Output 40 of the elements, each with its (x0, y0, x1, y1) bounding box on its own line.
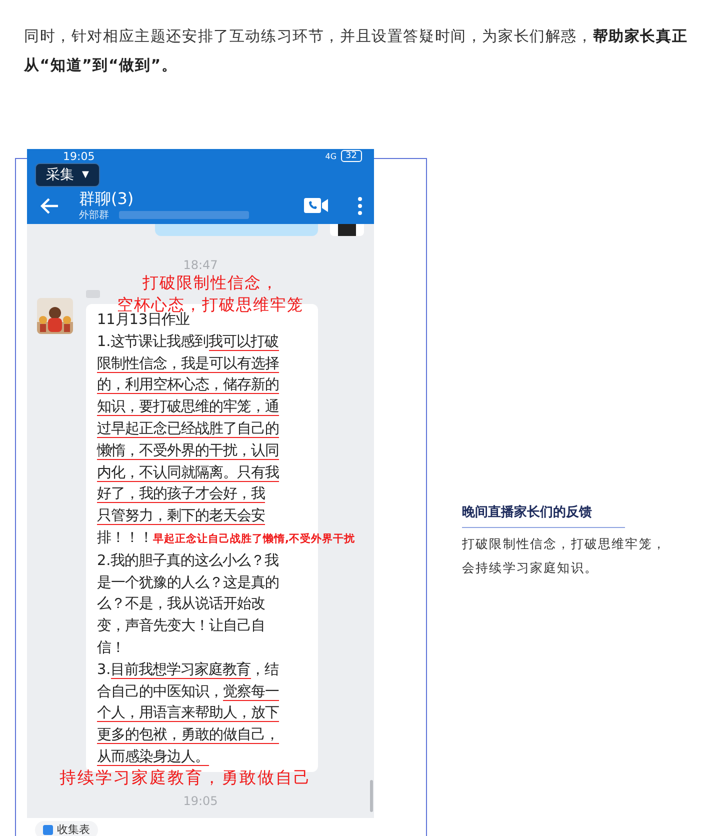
message-line: 限制性信念，我是可以有选择 (97, 354, 279, 375)
battery-level: 32 (340, 150, 362, 162)
message-line: 11月13日作业 (97, 312, 190, 330)
form-chip[interactable]: 收集表 (35, 821, 98, 836)
message-line: 知识，要打破思维的牢笼，通 (97, 398, 279, 418)
scrollbar (370, 780, 373, 812)
form-icon (43, 825, 53, 835)
video-call-icon[interactable] (304, 197, 328, 214)
message-line: 信！ (97, 638, 125, 658)
message-line: 的，利用空杯心态，储存新的 (97, 376, 279, 396)
back-arrow-icon[interactable] (39, 196, 59, 214)
message-line: 合自己的中医知识，觉察每一 (97, 682, 279, 703)
annotation-text: 打破限制性信念， (142, 272, 278, 294)
chat-subtitle: 外部群 (79, 208, 109, 222)
message-line: 变，声音先变大！让自己自 (97, 616, 265, 636)
intro-paragraph: 同时，针对相应主题还安排了互动练习环节，并且设置答疑时间，为家长们解惑，帮助家长真正从“知道”到“做到”。 (24, 26, 689, 76)
chat-title: 群聊(3) (79, 190, 135, 208)
message-line: 内化，不认同就隔离。只有我 (97, 464, 279, 484)
capture-button[interactable]: 采集 ▼ (35, 163, 100, 187)
status-time: 19:05 (63, 150, 95, 162)
message-line: 过早起正念已经战胜了自己的 (97, 420, 279, 440)
chat-timestamp: 19:05 (183, 794, 218, 808)
message-line: 么？不是，我从说话开始改 (97, 595, 265, 614)
message-line: 更多的包袱，勇敢的做自己， (97, 726, 279, 746)
caption-text: 打破限制性信念，打破思维牢笼，会持续学习家庭知识。 (462, 535, 667, 577)
message-line: 从而感染身边人。 (97, 748, 209, 768)
message-line: 懒惰，不受外界的干扰，认同 (97, 442, 279, 462)
more-icon[interactable] (358, 196, 362, 214)
message-line: 1.这节课让我感到我可以打破 (97, 332, 279, 353)
message-line: 个人，用语言来帮助人，放下 (97, 704, 279, 724)
message-line: 好了，我的孩子才会好，我 (97, 485, 265, 506)
chat-timestamp: 18:47 (183, 258, 218, 272)
annotation-text: 持续学习家庭教育，勇敢做自己 (60, 768, 312, 788)
message-line: 排！！！早起正念让自己战胜了懒惰,不受外界干扰 (97, 528, 355, 548)
message-line: 只管努力，剩下的老天会安 (97, 506, 265, 528)
message-line: 2.我的胆子真的这么小么？我 (97, 552, 279, 571)
caption-title: 晚间直播家长们的反馈 (462, 503, 625, 528)
message-line: 是一个犹豫的人么？这是真的 (97, 574, 279, 593)
message-line: 3.目前我想学习家庭教育，结 (97, 660, 279, 681)
network-label: 4G (325, 152, 337, 160)
